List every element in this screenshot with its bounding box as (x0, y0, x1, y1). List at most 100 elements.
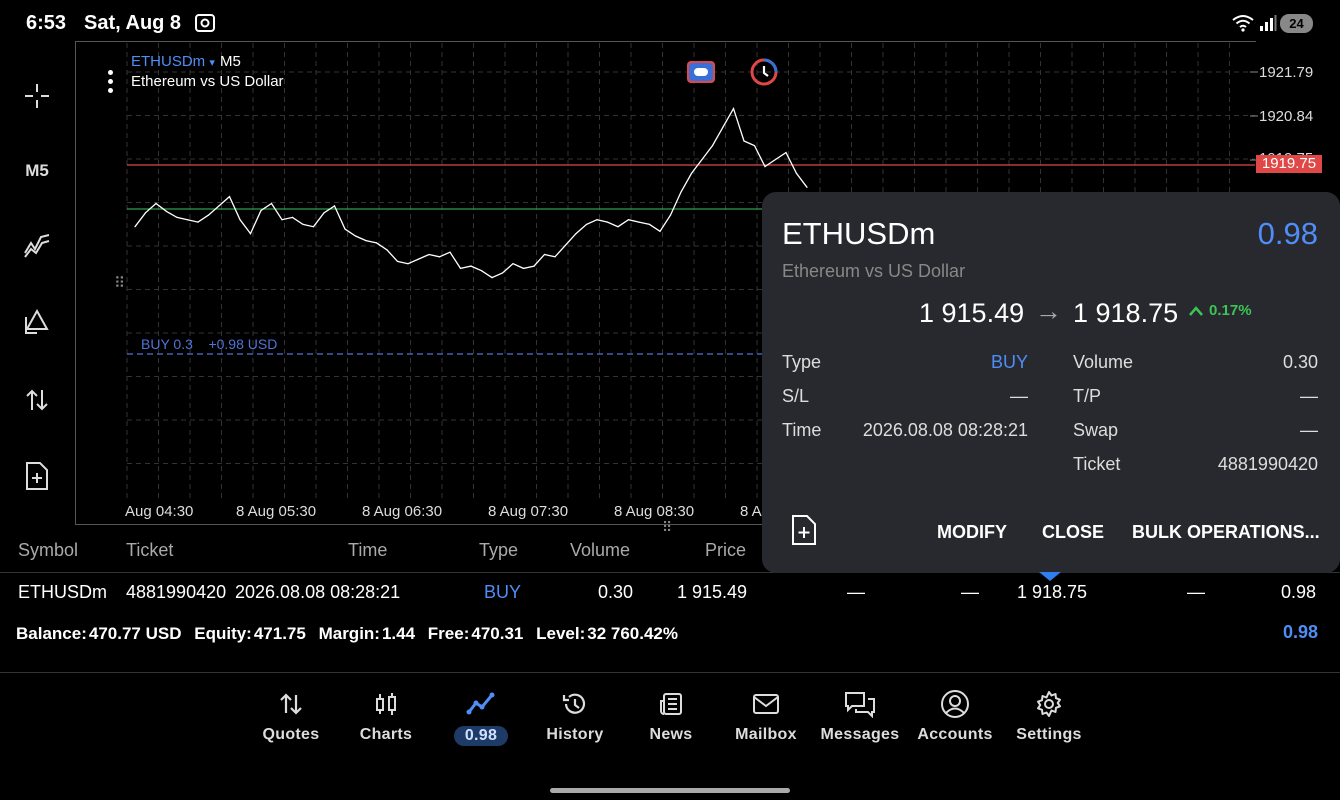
price-point (344, 228, 346, 230)
nav-accounts[interactable]: Accounts (907, 688, 1003, 748)
price-point (480, 270, 483, 272)
column-header-type[interactable]: Type (479, 540, 518, 561)
nav-quotes[interactable]: Quotes (243, 688, 339, 748)
popup-volume-value: 0.30 (1282, 352, 1318, 372)
popup-change-percent: 0.17% (1209, 302, 1252, 319)
popup-swap-label: Swap (1073, 420, 1119, 440)
popup-current-price: 1 918.75 (1073, 298, 1179, 328)
charts-icon (373, 691, 399, 722)
quotes-icon (278, 691, 304, 722)
time-scale-label: Aug 04:30 (125, 503, 194, 520)
one-click-trading-icon[interactable] (687, 61, 715, 88)
nav-messages[interactable]: Messages (812, 688, 908, 748)
price-point (638, 221, 640, 223)
price-point (764, 165, 766, 168)
price-point (795, 172, 798, 174)
chart-symbol-selector[interactable]: ETHUSDm ▾ (131, 53, 215, 70)
price-point (365, 240, 367, 242)
price-point (470, 265, 472, 267)
column-header-volume[interactable]: Volume (570, 540, 630, 561)
news-icon (658, 691, 684, 722)
trade-icon (466, 691, 496, 722)
history-icon (561, 690, 589, 723)
popup-new-order-button[interactable] (790, 514, 818, 551)
popup-sl-value: — (1010, 386, 1028, 406)
price-point (207, 214, 210, 216)
chart-drag-handle[interactable]: ⠿ (114, 274, 125, 292)
price-point (659, 230, 661, 232)
nav-label: Mailbox (735, 726, 797, 743)
free-margin-value: 470.31 (471, 624, 524, 643)
position-current-price: 1 918.75 (1017, 582, 1088, 602)
nav-charts[interactable]: Charts (338, 688, 434, 748)
balance-label: Balance: (16, 624, 87, 643)
equity-value: 471.75 (253, 624, 306, 643)
popup-sl-label: S/L (782, 386, 810, 406)
chart-menu-button[interactable] (104, 70, 116, 98)
position-profit: 0.98 (1280, 582, 1316, 602)
price-point (354, 235, 357, 237)
time-scale-label: 8 Aug 06:30 (362, 503, 443, 520)
accounts-icon (940, 689, 970, 724)
column-header-ticket[interactable]: Ticket (126, 540, 173, 561)
price-point (228, 196, 231, 198)
price-point (165, 210, 168, 212)
price-point (711, 145, 714, 147)
popup-time-value: 2026.08.08 08:28:21 (862, 420, 1028, 440)
price-point (134, 226, 136, 228)
price-point (585, 223, 588, 225)
close-position-button[interactable]: CLOSE (1042, 522, 1104, 543)
price-point (743, 140, 745, 142)
price-scale-label: 1920.84 (1259, 108, 1314, 125)
chart-timeframe-label: M5 (220, 53, 241, 70)
modify-button[interactable]: MODIFY (937, 522, 1007, 543)
nav-settings[interactable]: Settings (1001, 688, 1097, 748)
margin-value: 1.44 (381, 624, 416, 643)
nav-trade[interactable]: 0.98 (433, 688, 529, 748)
home-indicator[interactable] (550, 788, 790, 793)
bulk-operations-button[interactable]: BULK OPERATIONS... (1132, 522, 1320, 543)
popup-time-label: Time (782, 420, 822, 440)
nav-label: Quotes (262, 726, 320, 743)
price-point (155, 202, 157, 205)
column-header-time[interactable]: Time (348, 540, 387, 561)
equity-label: Equity: (194, 624, 252, 643)
balance-value: 470.77 USD (88, 624, 182, 643)
column-header-symbol[interactable]: Symbol (18, 540, 78, 561)
nav-mailbox[interactable]: Mailbox (718, 688, 814, 748)
market-clock-icon[interactable] (750, 58, 778, 91)
price-point (785, 152, 787, 154)
mailbox-icon (752, 692, 780, 721)
divider (0, 672, 1340, 673)
position-swap: — (1187, 582, 1205, 602)
price-point (533, 265, 535, 267)
messages-icon (844, 690, 876, 723)
column-header-price[interactable]: Price (705, 540, 746, 561)
popup-profit: 0.98 (1257, 216, 1318, 251)
buy-position-label: BUY 0.3 +0.98 USD (141, 336, 278, 352)
price-point (680, 191, 682, 193)
popup-symbol: ETHUSDm (782, 216, 936, 251)
price-point (186, 219, 189, 221)
level-label: Level: (536, 624, 586, 643)
price-point (543, 253, 546, 256)
chart-symbol-caret: ▾ (209, 57, 215, 69)
price-point (501, 272, 504, 274)
time-scale-label: 8 Aug 07:30 (488, 503, 569, 520)
position-sl: — (847, 582, 865, 602)
time-scale-label: 8 Aug 08:30 (614, 503, 695, 520)
position-ticket: 4881990420 (126, 582, 227, 602)
price-point (491, 277, 493, 279)
price-point (701, 158, 703, 161)
chart-symbol-label: ETHUSDm (131, 53, 206, 70)
price-point (627, 219, 630, 221)
price-point (386, 249, 388, 251)
time-scale-label: 8 Aug 05:30 (236, 503, 317, 520)
time-scale-label: 8 A (740, 503, 762, 520)
position-volume: 0.30 (598, 582, 634, 602)
price-point (239, 219, 241, 221)
nav-news[interactable]: News (623, 688, 719, 748)
popup-swap-value: — (1300, 420, 1318, 440)
current-price-tag: 1919.75 (1256, 155, 1322, 173)
nav-history[interactable]: History (527, 688, 623, 748)
